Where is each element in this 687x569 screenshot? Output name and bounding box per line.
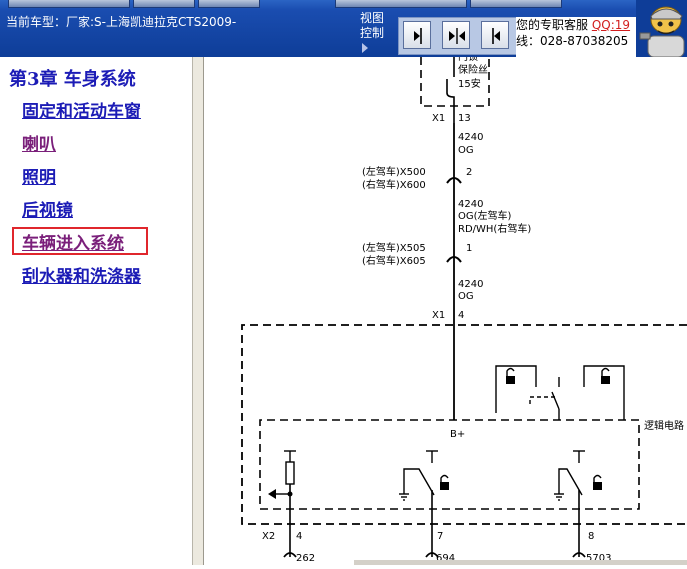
connector-x2-pin-7: 7: [437, 531, 443, 542]
top-tab-2[interactable]: [133, 0, 195, 8]
inline2-pin: 1: [466, 243, 472, 254]
expand-arrow-icon[interactable]: [362, 43, 368, 53]
wire1-color: OG: [458, 145, 474, 156]
inline2-lhd: (左驾车)X505: [362, 241, 426, 254]
lock-switch-left-frame: [495, 365, 537, 397]
logic-circuit-label: 逻辑电路: [644, 419, 684, 432]
top-tab-3[interactable]: [198, 0, 260, 8]
switch-7-symbol: [403, 468, 435, 496]
connector-x1-bottom-name: X1: [432, 310, 445, 321]
bottom-circuit-262: 262: [296, 553, 315, 564]
wire3-circuit: 4240: [458, 279, 483, 290]
fuse-label-line1: 门锁: [458, 57, 478, 63]
connector-x1-bottom-pin: 4: [458, 310, 464, 321]
wire2-circuit: 4240: [458, 199, 483, 210]
fit-page-icon: [449, 28, 465, 44]
next-page-button[interactable]: [481, 21, 509, 49]
top-toolbar: 当前车型：厂家:S-上海凯迪拉克CTS2009- 视图 控制 您的专职客服 QQ…: [0, 0, 687, 57]
top-tab-5[interactable]: [470, 0, 562, 8]
sidebar-item-wipers-washers[interactable]: 刮水器和洗涤器: [22, 262, 141, 287]
prev-page-icon: [414, 28, 422, 44]
connector-x2-pin-8: 8: [588, 531, 594, 542]
sidebar-item-lighting[interactable]: 照明: [22, 163, 56, 188]
resistor-symbol: [285, 461, 295, 485]
module-outline: [241, 324, 687, 525]
panel-splitter[interactable]: [192, 57, 204, 565]
wire3-color: OG: [458, 291, 474, 302]
wiring-diagram: 门锁 保险丝 15安 X1 13 4240 OG (左驾车)X500 (右驾车)…: [204, 50, 687, 565]
prev-page-button[interactable]: [403, 21, 431, 49]
arrow-icon: [268, 489, 276, 499]
sidebar-item-fixed-movable-windows[interactable]: 固定和活动车窗: [22, 97, 141, 122]
current-vehicle-label: 当前车型：厂家:S-上海凯迪拉克CTS2009-: [6, 15, 237, 29]
top-tab-1[interactable]: [8, 0, 130, 8]
view-control-label: 视图 控制: [360, 11, 396, 53]
view-nav-buttons: [398, 17, 518, 55]
next-page-icon: [492, 28, 500, 44]
fit-page-button[interactable]: [442, 21, 470, 49]
inline1-rhd: (右驾车)X600: [362, 178, 426, 191]
inline1-lhd: (左驾车)X500: [362, 165, 426, 178]
wire2-color-lhd: OG(左驾车): [458, 209, 512, 222]
lock-icon-1: [506, 376, 515, 384]
connector-x2-name: X2: [262, 531, 275, 542]
sidebar-item-horn[interactable]: 喇叭: [22, 130, 56, 155]
service-hotline: 线：028-87038205: [516, 34, 629, 48]
chapter-title: 第3章 车身系统: [9, 69, 136, 90]
view-control-line1: 视图: [360, 11, 385, 25]
connector-x2-pin-4: 4: [296, 531, 302, 542]
sidebar-item-mirrors[interactable]: 后视镜: [22, 196, 73, 221]
service-label: 您的专职客服: [516, 18, 589, 32]
wiring-diagram-canvas: 门锁 保险丝 15安 X1 13 4240 OG (左驾车)X500 (右驾车)…: [241, 50, 687, 565]
view-control-line2: 控制: [360, 26, 385, 40]
wire2-color-rhd: RD/WH(右驾车): [458, 222, 531, 235]
connector-x1-top-pin: 13: [458, 113, 471, 124]
horizontal-scrollbar: [354, 560, 687, 565]
fuse-label-line3: 15安: [458, 77, 481, 90]
switch-link: [529, 396, 556, 404]
lock-icon-2: [601, 376, 610, 384]
top-tab-4[interactable]: [335, 0, 467, 8]
lock-icon-3: [440, 482, 449, 490]
connector-x1-top-name: X1: [432, 113, 445, 124]
fuse-label-line2: 保险丝: [458, 63, 488, 76]
lock-icon-4: [593, 482, 602, 490]
inline2-rhd: (右驾车)X605: [362, 254, 426, 267]
inline1-pin: 2: [466, 167, 472, 178]
bplus-label: B+: [450, 429, 465, 440]
sidebar-item-vehicle-access[interactable]: 车辆进入系统: [22, 229, 124, 254]
customer-service-box: 您的专职客服 QQ:19 线：028-87038205: [516, 17, 639, 57]
wire1-circuit: 4240: [458, 132, 483, 143]
fuse-symbol: [446, 79, 455, 123]
service-qq-link[interactable]: QQ:19: [592, 18, 630, 32]
chapter-sidebar: 第3章 车身系统 固定和活动车窗 喇叭 照明 后视镜 车辆进入系统 刮水器和洗涤…: [0, 57, 192, 565]
mascot-logo-icon: [636, 0, 687, 57]
